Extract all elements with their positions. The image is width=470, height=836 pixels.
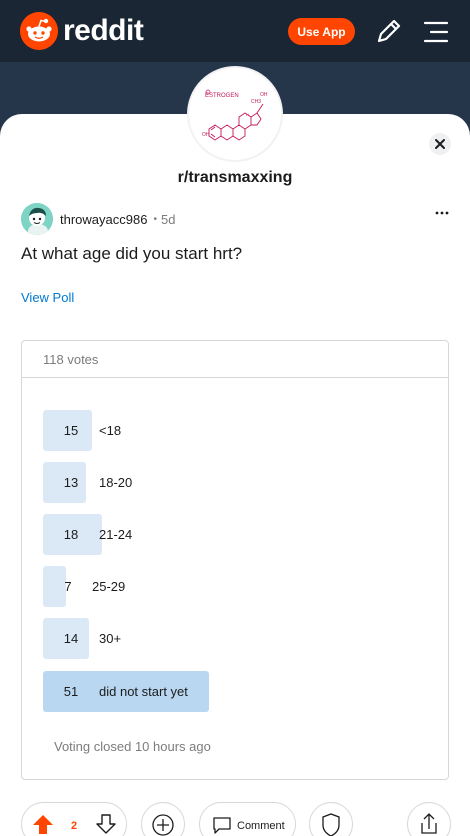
- poll-option-count: 15: [63, 423, 79, 438]
- post-username[interactable]: throwayacc986: [60, 212, 147, 227]
- ch3-label: CH3: [251, 99, 261, 105]
- share-button[interactable]: [407, 802, 451, 836]
- community-name[interactable]: r/transmaxxing: [0, 169, 470, 187]
- poll-option-count: 7: [64, 579, 72, 594]
- more-options-icon[interactable]: [434, 205, 450, 221]
- vote-control: 2: [21, 802, 127, 836]
- post-title[interactable]: At what age did you start hrt?: [21, 244, 242, 264]
- poll-option-count: 13: [63, 475, 79, 490]
- post-age: 5d: [160, 211, 176, 227]
- poll-option-label: did not start yet: [99, 684, 188, 699]
- poll-option-count: 18: [63, 527, 79, 542]
- top-bar: reddit Use App: [0, 0, 470, 62]
- poll-option-label: 18-20: [99, 475, 133, 490]
- comment-icon: [213, 817, 231, 834]
- poll-option-label: 21-24: [99, 527, 133, 542]
- poll-option-label: 25-29: [92, 579, 126, 594]
- separator-dot: •: [153, 213, 157, 225]
- reddit-logo[interactable]: reddit: [20, 12, 144, 50]
- close-button[interactable]: [429, 133, 451, 155]
- pencil-icon[interactable]: [374, 16, 404, 46]
- avatar[interactable]: [21, 203, 53, 235]
- post-author-row: throwayacc986 • 5d: [21, 203, 175, 235]
- share-icon: [421, 813, 437, 834]
- poll-option-count: 51: [63, 684, 79, 699]
- shield-icon: [322, 813, 340, 836]
- snoo-icon: [20, 12, 58, 50]
- oh-top-label: OH: [260, 92, 268, 98]
- close-icon: [435, 139, 445, 149]
- estrogen-label: ESTROGEN: [205, 93, 239, 99]
- total-votes: 118 votes: [43, 352, 99, 367]
- upvote-icon[interactable]: [32, 813, 54, 835]
- view-poll-link[interactable]: View Poll: [21, 290, 74, 305]
- award-button[interactable]: [141, 802, 185, 836]
- downvote-icon[interactable]: [95, 813, 117, 835]
- vote-score: 2: [71, 820, 78, 832]
- page: reddit Use App ESTROGEN OH CH3 OH H r/tr…: [0, 0, 470, 836]
- poll-header: 118 votes: [22, 341, 448, 378]
- use-app-button[interactable]: Use App: [288, 18, 355, 45]
- menu-icon[interactable]: [421, 17, 451, 47]
- community-icon[interactable]: ESTROGEN OH CH3 OH H: [187, 66, 283, 162]
- poll-option-count: 14: [63, 631, 79, 646]
- comment-label: Comment: [237, 820, 285, 832]
- poll-option-label: 30+: [99, 631, 122, 646]
- award-icon: [152, 814, 174, 836]
- poll-box: 118 votes 15 <18 13 18-20 18 21-24 7 25-…: [21, 340, 449, 780]
- comment-button[interactable]: Comment: [199, 802, 296, 836]
- poll-status: Voting closed 10 hours ago: [54, 739, 211, 754]
- poll-option-label: <18: [99, 423, 122, 438]
- save-button[interactable]: [309, 802, 353, 836]
- action-bar: 2 Comment: [0, 800, 470, 836]
- logo-text: reddit: [63, 14, 144, 47]
